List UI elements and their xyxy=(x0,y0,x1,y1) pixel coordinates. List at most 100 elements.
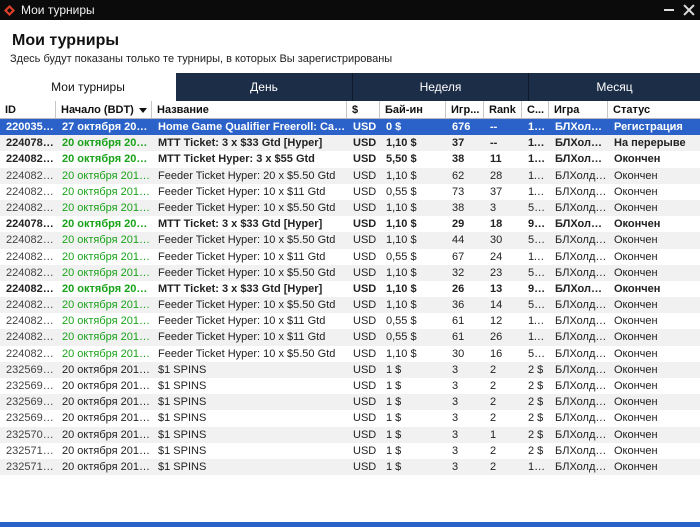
cell-cur: USD xyxy=(353,218,377,231)
column-header-start[interactable]: Начало (BDT) xyxy=(56,101,152,118)
cell-cur: USD xyxy=(353,282,377,295)
tab-my-tournaments[interactable]: Мои турниры xyxy=(0,73,176,101)
table-row[interactable]: 2240822... 20 октября 2019 ... Feeder Tick… xyxy=(0,264,700,281)
cell-buyin: 1 $ xyxy=(386,428,402,441)
cell-game: БЛХолдем xyxy=(555,460,608,473)
cell-buyin: 1,10 $ xyxy=(386,347,417,360)
cell-s: 11 ... xyxy=(528,185,549,198)
tab-month[interactable]: Месяц xyxy=(529,73,700,101)
table-row[interactable]: 2240828... 20 октября 2019 ... Feeder Tick… xyxy=(0,329,700,346)
table-row[interactable]: 2325705... 20 октября 2019 ... $1 SPINS USD… xyxy=(0,426,700,443)
cell-status: Окончен xyxy=(614,428,658,441)
table-row[interactable]: 2240823... 20 октября 2019 ... Feeder Tick… xyxy=(0,167,700,184)
cell-start: 20 октября 2019 ... xyxy=(62,201,152,214)
table-row[interactable]: 2325718... 20 октября 2019 ... $1 SPINS USD… xyxy=(0,458,700,476)
cell-buyin: 1,10 $ xyxy=(386,282,417,295)
cell-games: 29 xyxy=(452,218,465,231)
column-header-prize[interactable]: С... xyxy=(522,101,549,118)
tournament-table: ID Начало (BDT) Название $ Бай-ин Игр...… xyxy=(0,101,700,476)
cell-cur: USD xyxy=(353,137,377,150)
cell-rank: 2 xyxy=(490,380,497,392)
table-row[interactable]: 2240822... 20 октября 2019 ... Feeder Tick… xyxy=(0,297,700,314)
column-header-status[interactable]: Статус xyxy=(608,101,700,118)
table-row[interactable]: 2325692... 20 октября 2019 ... $1 SPINS USD… xyxy=(0,378,700,395)
table-row[interactable]: 2240822... 20 октября 2019 ... Feeder Tick… xyxy=(0,199,700,217)
cell-buyin: 1 $ xyxy=(386,412,402,425)
cell-id: 2240789... xyxy=(6,137,56,150)
cell-name: MTT Ticket: 3 x $33 Gtd [Hyper] xyxy=(158,218,323,231)
cell-games: 3 xyxy=(452,363,459,376)
column-header-players[interactable]: Игр... xyxy=(446,101,484,118)
cell-buyin: 1 $ xyxy=(386,444,402,457)
cell-name: Feeder Ticket Hyper: 10 x $5.50 Gtd xyxy=(158,347,336,360)
table-row[interactable]: 2240826... 20 октября 2019 ... MTT Ticket:… xyxy=(0,280,700,298)
cell-games: 67 xyxy=(452,250,465,263)
cell-games: 38 xyxy=(452,153,465,166)
minimize-icon[interactable] xyxy=(664,9,674,11)
cell-buyin: 5,50 $ xyxy=(386,153,417,166)
cell-name: MTT Ticket Hyper: 3 x $55 Gtd xyxy=(158,153,315,166)
cell-game: БЛХолдем xyxy=(555,153,608,166)
cell-id: 2240822... xyxy=(6,266,56,279)
column-header-game[interactable]: Игра xyxy=(549,101,608,118)
table-row[interactable]: 2240789... 20 октября 2019 ... MTT Ticket:… xyxy=(0,216,700,233)
cell-name: MTT Ticket: 3 x $33 Gtd [Hyper] xyxy=(158,282,323,295)
table-row[interactable]: 2325692... 20 октября 2019 ... $1 SPINS USD… xyxy=(0,394,700,411)
cell-game: БЛХолдем xyxy=(555,363,608,376)
cell-name: Feeder Ticket Hyper: 10 x $5.50 Gtd xyxy=(158,299,336,312)
column-header-currency[interactable]: $ xyxy=(347,101,380,118)
cell-cur: USD xyxy=(353,428,377,441)
column-header-id[interactable]: ID xyxy=(0,101,56,118)
cell-start: 20 октября 2019 ... xyxy=(62,185,152,198)
cell-games: 3 xyxy=(452,380,459,392)
cell-cur: USD xyxy=(353,444,377,457)
cell-games: 30 xyxy=(452,347,465,360)
cell-status: Окончен xyxy=(614,153,661,166)
table-row[interactable]: 2240789... 20 октября 2019 ... MTT Ticket:… xyxy=(0,135,700,152)
cell-rank: 11 xyxy=(490,153,502,166)
table-row[interactable]: 2240828... 20 октября 2019 ... Feeder Tick… xyxy=(0,313,700,330)
cell-game: БЛХолдем xyxy=(555,218,608,231)
cell-s: 99 $ xyxy=(528,282,549,295)
table-row[interactable]: 2240822... 20 октября 2019 ... Feeder Tick… xyxy=(0,345,700,362)
close-icon[interactable] xyxy=(682,3,696,17)
cell-cur: USD xyxy=(353,201,377,214)
cell-s: 2 $ xyxy=(528,428,544,441)
cell-id: 2240828... xyxy=(6,185,56,198)
cell-start: 20 октября 2019 ... xyxy=(62,266,152,279)
cell-buyin: 1 $ xyxy=(386,363,402,376)
window-title: Мои турниры xyxy=(21,3,95,17)
table-row[interactable]: 2325699... 20 октября 2019 ... $1 SPINS USD… xyxy=(0,410,700,427)
cell-id: 2200356... xyxy=(6,121,56,133)
cell-rank: 28 xyxy=(490,169,503,182)
page-header: Мои турниры Здесь будут показаны только … xyxy=(0,20,700,72)
cell-game: БЛХолдем xyxy=(555,380,608,392)
column-header-name[interactable]: Название xyxy=(152,101,347,118)
tab-day[interactable]: День xyxy=(176,73,353,101)
tab-week[interactable]: Неделя xyxy=(353,73,529,101)
cell-cur: USD xyxy=(353,363,377,376)
cell-start: 20 октября 2019 ... xyxy=(62,282,152,295)
table-body: 2200356... 27 октября 2019 ... Home Game Q… xyxy=(0,119,700,476)
column-header-buyin[interactable]: Бай-ин xyxy=(380,101,446,118)
column-header-rank[interactable]: Rank xyxy=(484,101,522,118)
table-row[interactable]: 2240828... 20 октября 2019 ... Feeder Tick… xyxy=(0,248,700,265)
cell-cur: USD xyxy=(353,250,377,263)
cell-games: 676 xyxy=(452,121,471,133)
cell-name: Feeder Ticket Hyper: 10 x $11 Gtd xyxy=(158,331,326,344)
cell-status: Окончен xyxy=(614,234,658,247)
table-row[interactable]: 2240822... 20 октября 2019 ... Feeder Tick… xyxy=(0,232,700,249)
table-row[interactable]: 2325692... 20 октября 2019 ... $1 SPINS USD… xyxy=(0,361,700,378)
cell-buyin: 1 $ xyxy=(386,396,402,409)
table-row[interactable]: 2240825... 20 октября 2019 ... MTT Ticket … xyxy=(0,151,700,168)
cell-cur: USD xyxy=(353,234,377,247)
table-row[interactable]: 2325717... 20 октября 2019 ... $1 SPINS USD… xyxy=(0,442,700,459)
cell-start: 20 октября 2019 ... xyxy=(62,169,152,182)
table-row[interactable]: 2240828... 20 октября 2019 ... Feeder Tick… xyxy=(0,183,700,200)
cell-start: 20 октября 2019 ... xyxy=(62,412,152,425)
cell-id: 2240822... xyxy=(6,347,56,360)
cell-id: 2325692... xyxy=(6,380,56,392)
cell-game: БЛХолдем xyxy=(555,396,608,409)
table-row[interactable]: 2200356... 27 октября 2019 ... Home Game Q… xyxy=(0,119,700,136)
cell-games: 3 xyxy=(452,428,459,441)
